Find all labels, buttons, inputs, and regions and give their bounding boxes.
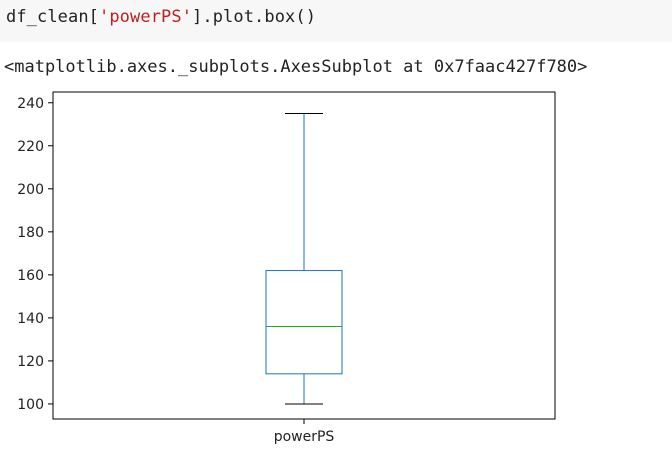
code-cell[interactable]: df_clean['powerPS'].plot.box() [0, 0, 672, 42]
y-tick-label: 140 [17, 311, 44, 327]
y-tick-label: 200 [17, 182, 44, 198]
code-string-literal: 'powerPS' [99, 7, 193, 27]
output-text: <matplotlib.axes._subplots.AxesSubplot a… [4, 57, 588, 77]
y-tick-label: 120 [17, 354, 44, 370]
code-line[interactable]: df_clean['powerPS'].plot.box() [6, 7, 316, 27]
y-tick-label: 160 [17, 268, 44, 284]
box-plot: 100 120 140 160 180 200 220 240 powerPS [17, 91, 556, 445]
x-tick-label: powerPS [274, 429, 335, 445]
y-tick-label: 180 [17, 225, 44, 241]
plot-output: 100 120 140 160 180 200 220 240 powerPS [0, 82, 672, 468]
y-tick-label: 100 [17, 397, 44, 413]
y-tick-label: 220 [17, 139, 44, 155]
y-tick-label: 240 [17, 96, 44, 112]
box-group [265, 113, 343, 405]
code-prefix: df_clean[ [6, 7, 100, 27]
code-suffix: ].plot.box() [192, 7, 317, 27]
box-iqr [265, 270, 343, 375]
